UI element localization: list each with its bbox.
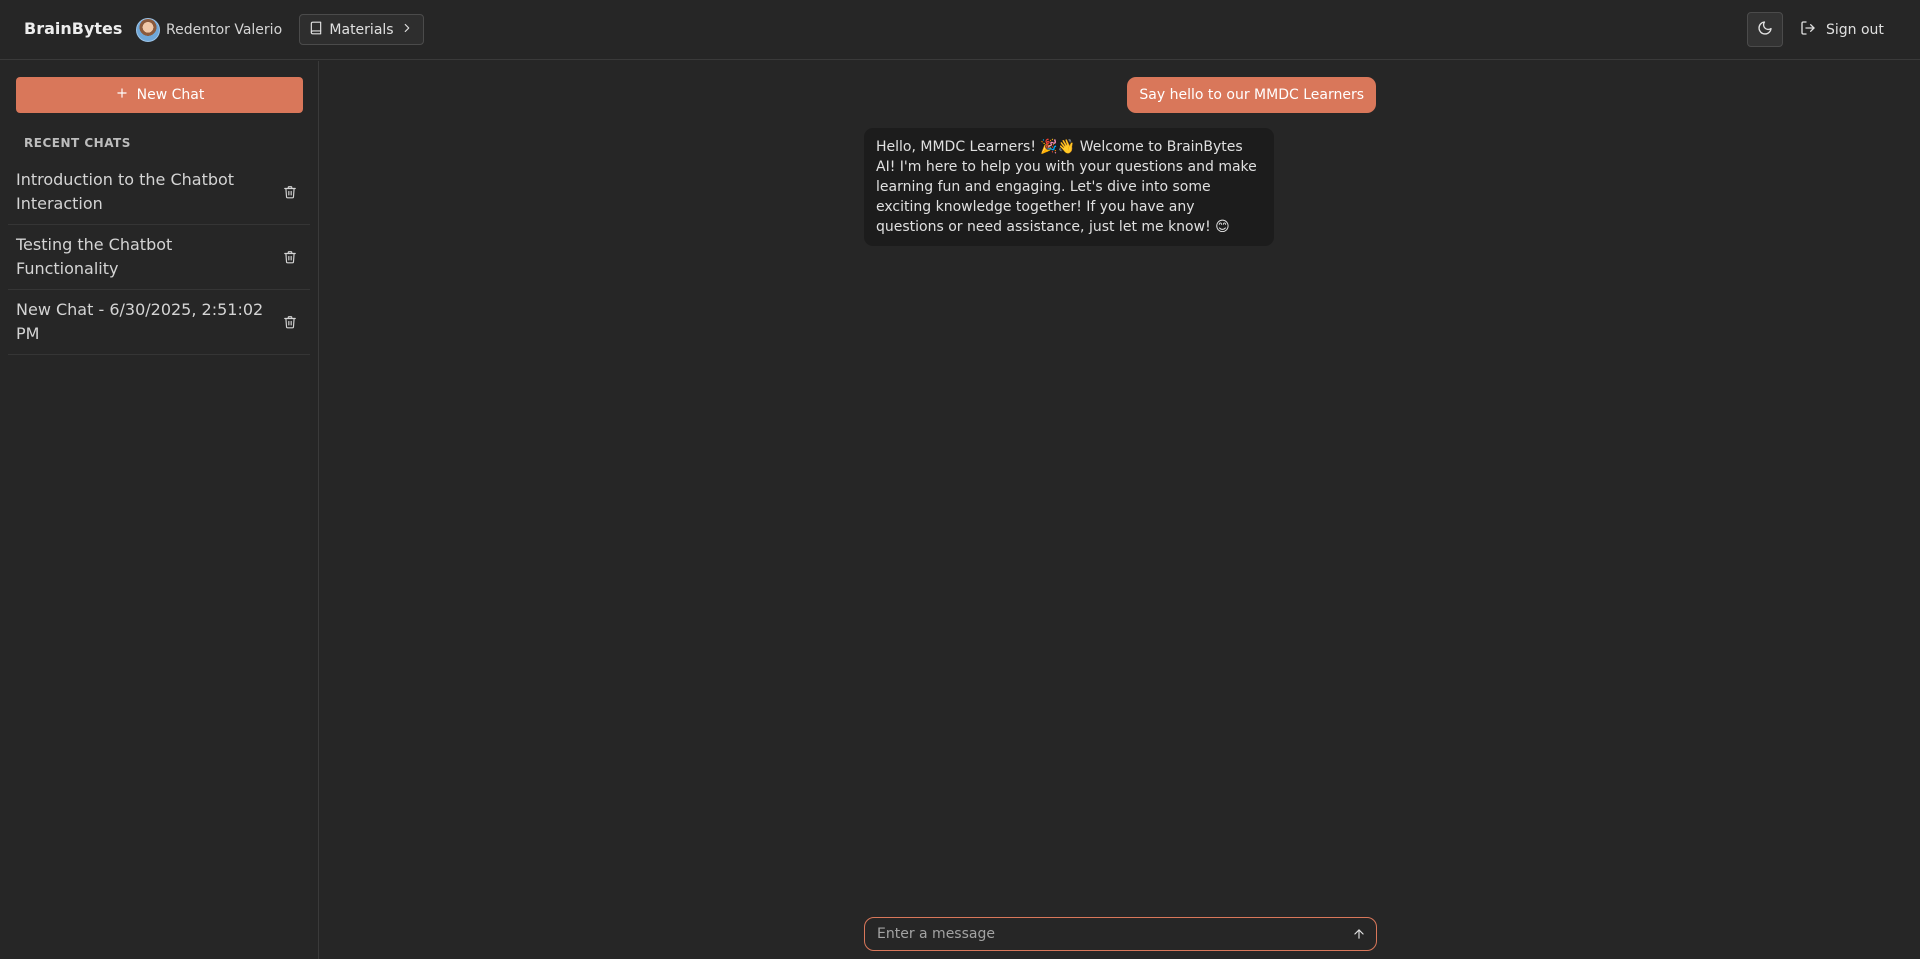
chat-title: Testing the Chatbot Functionality (16, 235, 173, 278)
new-chat-button[interactable]: New Chat (16, 77, 303, 113)
materials-label: Materials (329, 21, 394, 38)
recent-chats-list: Introduction to the Chatbot Interaction … (8, 160, 310, 355)
user-name: Redentor Valerio (166, 22, 283, 38)
sign-out-button[interactable]: Sign out (1800, 17, 1884, 43)
chat-title: New Chat - 6/30/2025, 2:51:02 PM (16, 300, 264, 343)
message-input[interactable] (877, 918, 1337, 950)
message-composer (864, 917, 1377, 951)
sign-out-label: Sign out (1826, 22, 1884, 38)
chat-title: Introduction to the Chatbot Interaction (16, 170, 235, 213)
chat-list-item[interactable]: Testing the Chatbot Functionality (8, 225, 310, 290)
send-button[interactable] (1350, 925, 1368, 943)
user-profile[interactable]: Redentor Valerio (136, 17, 282, 43)
chat-list-item[interactable]: New Chat - 6/30/2025, 2:51:02 PM (8, 290, 310, 355)
trash-icon[interactable] (282, 184, 298, 200)
avatar (136, 18, 160, 42)
trash-icon[interactable] (282, 249, 298, 265)
new-chat-label: New Chat (136, 87, 205, 103)
trash-icon[interactable] (282, 314, 298, 330)
book-icon (309, 21, 323, 39)
chat-list-item[interactable]: Introduction to the Chatbot Interaction (8, 160, 310, 225)
plus-icon (115, 86, 129, 104)
brand-logo[interactable]: BrainBytes (24, 19, 122, 38)
assistant-message-bubble: Hello, MMDC Learners! 🎉👋 Welcome to Brai… (864, 128, 1274, 246)
moon-icon (1757, 20, 1773, 40)
theme-toggle-button[interactable] (1747, 12, 1783, 47)
arrow-up-icon (1354, 929, 1364, 939)
sidebar: New Chat RECENT CHATS Introduction to th… (0, 61, 319, 959)
top-bar: BrainBytes Redentor Valerio Materials Si… (0, 0, 1920, 60)
recent-chats-heading: RECENT CHATS (24, 136, 131, 150)
logout-icon (1800, 20, 1816, 40)
chevron-right-icon (400, 21, 414, 39)
user-message-bubble: Say hello to our MMDC Learners (1127, 77, 1376, 113)
materials-button[interactable]: Materials (299, 14, 424, 45)
